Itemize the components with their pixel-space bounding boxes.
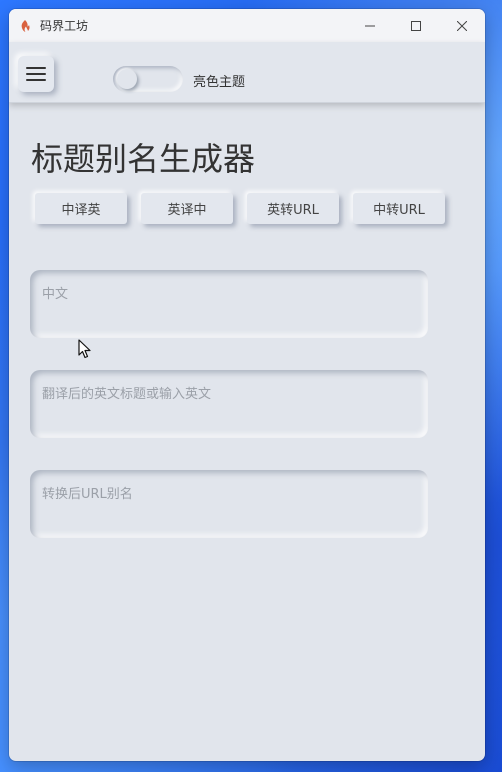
chinese-input[interactable]	[30, 270, 428, 338]
chinese-input-field	[30, 270, 428, 338]
title-bar: 码界工坊	[9, 9, 485, 42]
maximize-icon	[411, 20, 421, 31]
maximize-button[interactable]	[393, 9, 439, 42]
app-window: 码界工坊 亮色主题 标题别名生成器 中译英 英译中 英转URL 中转URL 中文…	[9, 9, 485, 761]
theme-toggle[interactable]	[113, 66, 183, 92]
window-title: 码界工坊	[40, 19, 89, 33]
flame-icon	[18, 19, 32, 33]
cn-to-url-button[interactable]: 中转URL	[353, 193, 445, 224]
url-alias-output[interactable]	[30, 470, 428, 538]
cn-to-en-button[interactable]: 中译英	[35, 193, 127, 224]
action-button-row: 中译英 英译中 英转URL 中转URL	[35, 193, 445, 224]
minimize-icon	[365, 25, 375, 26]
app-bar: 亮色主题	[9, 42, 485, 103]
url-alias-field	[30, 470, 428, 538]
close-button[interactable]	[439, 9, 485, 42]
minimize-button[interactable]	[347, 9, 393, 42]
page-title: 标题别名生成器	[31, 140, 256, 178]
en-to-url-button[interactable]: 英转URL	[247, 193, 339, 224]
theme-toggle-knob[interactable]	[117, 69, 137, 89]
mouse-cursor-icon	[78, 339, 92, 363]
theme-toggle-label: 亮色主题	[193, 75, 246, 90]
english-input-field	[30, 370, 428, 438]
en-to-cn-button[interactable]: 英译中	[141, 193, 233, 224]
close-icon	[457, 20, 467, 31]
menu-button[interactable]	[18, 56, 54, 92]
english-input[interactable]	[30, 370, 428, 438]
hamburger-icon	[26, 67, 46, 81]
